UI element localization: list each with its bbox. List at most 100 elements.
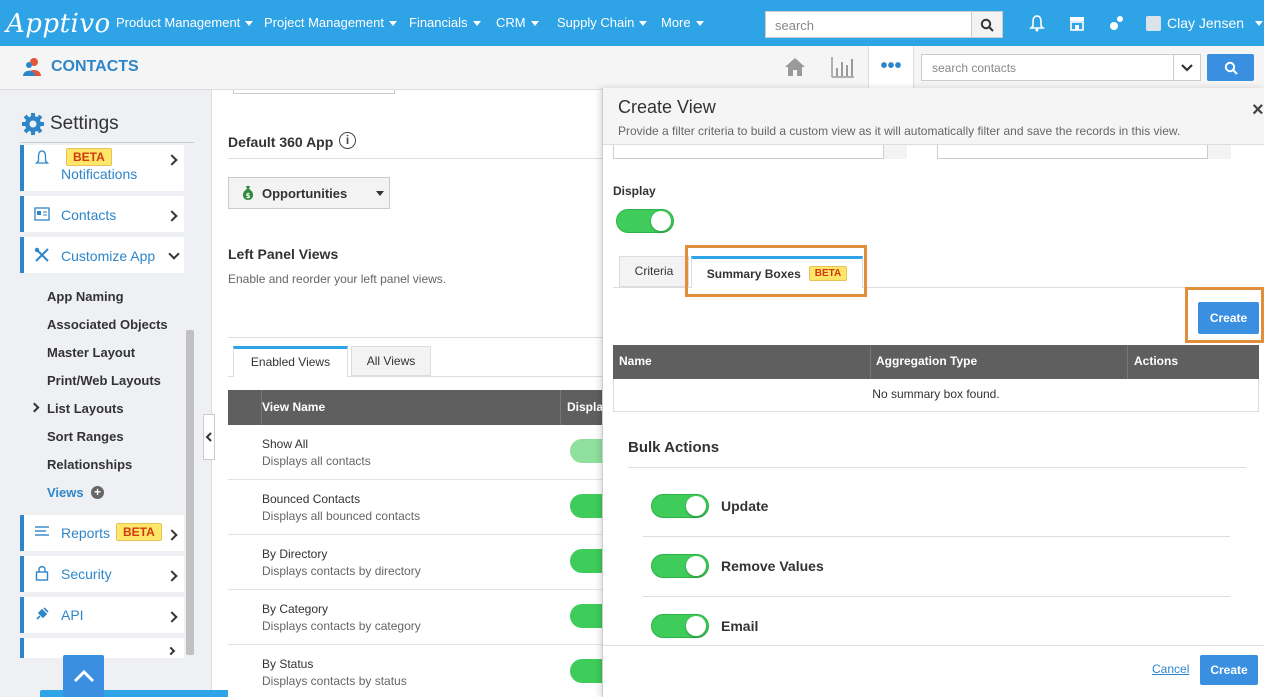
info-icon[interactable]: i [339, 132, 356, 149]
views-table-header: View Name Displa [228, 390, 604, 425]
nav-crm[interactable]: CRM [496, 15, 539, 30]
highlight-box [685, 245, 867, 297]
chevron-down-icon [695, 21, 704, 27]
sidebar-item-label: Reports [61, 525, 111, 541]
col-view-name: View Name [262, 400, 326, 414]
chevron-up-icon [73, 669, 94, 683]
sidebar-scrollbar[interactable] [186, 330, 194, 655]
tools-icon [34, 247, 50, 266]
remove-values-toggle[interactable] [651, 554, 709, 578]
divider [20, 142, 194, 143]
subitem-associated-objects[interactable]: Associated Objects [47, 317, 168, 332]
app-title: CONTACTS [51, 58, 139, 75]
divider [628, 467, 1246, 468]
table-row[interactable]: By Directory Displays contacts by direct… [228, 535, 602, 590]
nav-financials[interactable]: Financials [409, 15, 481, 30]
chevron-left-icon [205, 432, 212, 442]
tab-all-views[interactable]: All Views [351, 346, 431, 376]
panel-description: Provide a filter criteria to build a cus… [618, 124, 1181, 138]
partial-field[interactable] [613, 145, 907, 159]
search-filter-dropdown[interactable] [1173, 54, 1201, 81]
left-panel-description: Enable and reorder your left panel views… [228, 272, 447, 286]
contacts-search-button[interactable] [1207, 54, 1254, 81]
gear-icon [21, 112, 45, 139]
table-row[interactable]: Bounced Contacts Displays all bounced co… [228, 480, 602, 535]
chevron-down-icon [472, 21, 481, 27]
global-search-button[interactable] [971, 11, 1003, 38]
home-icon[interactable] [784, 56, 806, 81]
partial-field[interactable] [937, 145, 1231, 159]
display-toggle[interactable] [616, 209, 674, 233]
nav-product-management[interactable]: Product Management [116, 15, 254, 30]
tab-enabled-views[interactable]: Enabled Views [233, 346, 348, 377]
divider [228, 337, 602, 338]
nav-project-management[interactable]: Project Management [264, 15, 397, 30]
sidebar-title: Settings [50, 113, 119, 134]
user-menu[interactable]: Clay Jensen [1146, 15, 1264, 31]
subitem-views[interactable]: Views [47, 485, 84, 500]
display-toggle[interactable] [570, 439, 602, 463]
close-icon[interactable]: × [1252, 99, 1264, 122]
sidebar-item-label: API [61, 607, 84, 623]
display-toggle[interactable] [570, 659, 602, 683]
money-bag-icon: $ [242, 186, 254, 200]
default-app-label: Default 360 App [228, 134, 334, 150]
subitem-app-naming[interactable]: App Naming [47, 289, 124, 304]
contacts-app-icon [21, 56, 43, 81]
store-icon[interactable] [1066, 13, 1088, 33]
subitem-print-web-layouts[interactable]: Print/Web Layouts [47, 373, 161, 388]
apps-switcher-icon[interactable] [1106, 13, 1128, 33]
collapse-sidebar-button[interactable] [203, 414, 215, 460]
summary-table-header: Name Aggregation Type Actions [613, 345, 1259, 379]
display-toggle[interactable] [570, 494, 602, 518]
sidebar-item-label: Notifications [61, 166, 138, 182]
bulk-action-update: Update [643, 477, 1230, 537]
summary-empty-message: No summary box found. [613, 379, 1259, 412]
nav-more[interactable]: More [661, 15, 704, 30]
sidebar-item-label: Security [61, 566, 112, 582]
chevron-down-icon [245, 21, 254, 27]
contacts-search-input[interactable]: search contacts [921, 54, 1174, 81]
left-panel-title: Left Panel Views [228, 246, 339, 262]
reports-icon [34, 525, 50, 542]
partial-field [233, 90, 395, 94]
sidebar-item-label: Customize App [61, 248, 156, 264]
email-toggle[interactable] [651, 614, 709, 638]
subitem-relationships[interactable]: Relationships [47, 457, 132, 472]
create-view-button[interactable]: Create [1200, 655, 1258, 685]
table-row[interactable]: By Category Displays contacts by categor… [228, 590, 602, 645]
display-toggle[interactable] [570, 604, 602, 628]
col-display: Displa [567, 400, 604, 414]
default-app-dropdown[interactable]: $ Opportunities [228, 177, 390, 209]
subitem-list-layouts[interactable]: List Layouts [47, 401, 124, 416]
nav-supply-chain[interactable]: Supply Chain [557, 15, 648, 30]
avatar [1146, 15, 1161, 31]
tab-criteria[interactable]: Criteria [619, 256, 689, 287]
chevron-down-icon [388, 21, 397, 27]
scroll-to-top-button[interactable] [63, 655, 104, 697]
col-actions: Actions [1134, 354, 1179, 368]
panel-title: Create View [618, 97, 716, 117]
chevron-down-icon [1255, 20, 1264, 26]
display-toggle[interactable] [570, 549, 602, 573]
lock-icon [35, 565, 49, 584]
update-toggle[interactable] [651, 494, 709, 518]
svg-text:$: $ [246, 192, 251, 200]
global-search-input[interactable]: search [765, 11, 972, 38]
add-view-icon[interactable]: + [91, 486, 104, 499]
sidebar-item-label: Contacts [61, 207, 117, 223]
table-row[interactable]: Show All Displays all contacts [228, 425, 602, 480]
subitem-sort-ranges[interactable]: Sort Ranges [47, 429, 124, 444]
apptivo-logo[interactable]: Apptivo [6, 9, 111, 39]
subitem-master-layout[interactable]: Master Layout [47, 345, 135, 360]
cancel-button[interactable]: Cancel [1152, 662, 1189, 676]
more-options-icon[interactable]: ••• [868, 46, 914, 90]
table-row[interactable]: By Status Displays contacts by status [228, 645, 602, 697]
notifications-bell-icon[interactable] [1026, 13, 1048, 33]
col-aggregation-type: Aggregation Type [876, 354, 978, 368]
search-icon [980, 18, 994, 32]
chevron-down-icon [376, 190, 385, 196]
dashboard-chart-icon[interactable] [831, 56, 855, 81]
bell-icon [34, 150, 50, 169]
highlight-box [1185, 287, 1264, 343]
